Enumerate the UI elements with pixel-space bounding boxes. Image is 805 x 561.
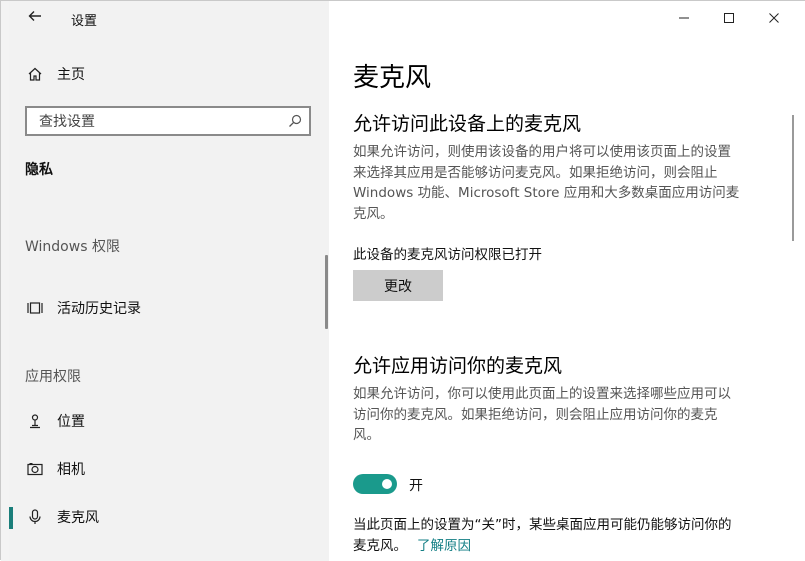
sidebar-item-label: 位置 bbox=[57, 414, 85, 430]
sidebar-scrollbar[interactable] bbox=[325, 255, 328, 329]
search-icon[interactable] bbox=[287, 113, 303, 129]
search-box[interactable] bbox=[25, 106, 311, 136]
sidebar-item-camera[interactable]: 相机 bbox=[9, 454, 329, 484]
section-description-device-access: 如果允许访问，则使用该设备的用户将可以使用该页面上的设置 来选择其应用是否能够访… bbox=[353, 144, 740, 222]
toggle-knob bbox=[382, 479, 392, 489]
search-input[interactable] bbox=[37, 112, 281, 132]
sidebar-item-label: 主页 bbox=[57, 67, 85, 83]
learn-more-link[interactable]: 了解原因 bbox=[417, 538, 471, 554]
page-title: 麦克风 bbox=[353, 63, 432, 93]
close-icon bbox=[769, 13, 779, 23]
sidebar-item-label: 相机 bbox=[57, 462, 85, 478]
sidebar-item-label: 活动历史记录 bbox=[57, 301, 141, 317]
camera-icon bbox=[25, 461, 45, 477]
section-title-privacy: 隐私 bbox=[25, 162, 53, 178]
app-title: 设置 bbox=[71, 14, 98, 29]
sidebar-item-label: 麦克风 bbox=[57, 510, 99, 526]
content-pane: 麦克风 允许访问此设备上的麦克风 如果允许访问，则使用该设备的用户将可以使用该页… bbox=[329, 1, 805, 561]
sidebar-item-activity-history[interactable]: 活动历史记录 bbox=[9, 293, 329, 323]
location-icon bbox=[25, 413, 45, 429]
window-left-edge bbox=[1, 1, 9, 561]
close-button[interactable] bbox=[757, 7, 791, 29]
section-heading-device-access: 允许访问此设备上的麦克风 bbox=[353, 113, 582, 135]
home-icon bbox=[25, 66, 45, 82]
minimize-button[interactable] bbox=[667, 7, 701, 29]
activity-history-icon bbox=[25, 300, 45, 316]
maximize-icon bbox=[724, 13, 734, 23]
section-heading-app-access: 允许应用访问你的麦克风 bbox=[353, 355, 563, 377]
toggle-state-label: 开 bbox=[409, 478, 423, 494]
sidebar-item-location[interactable]: 位置 bbox=[9, 406, 329, 436]
sidebar-item-microphone[interactable]: 麦克风 bbox=[9, 502, 329, 532]
back-arrow-icon bbox=[28, 11, 41, 21]
app-access-toggle[interactable] bbox=[353, 474, 397, 494]
sidebar: 设置 主页 隐私 Windows 权限 活动历史记录 应用权限 bbox=[9, 1, 329, 561]
group-label-apps: 应用权限 bbox=[25, 369, 81, 385]
section-description-app-access: 如果允许访问，你可以使用此页面上的设置来选择哪些应用可以 访问你的麦克风。如果拒… bbox=[353, 386, 731, 443]
device-access-status: 此设备的麦克风访问权限已打开 bbox=[353, 247, 542, 263]
desktop-apps-note: 当此页面上的设置为“关”时，某些桌面应用可能仍能够访问你的 麦克风。 了解原因 bbox=[353, 517, 732, 554]
microphone-icon bbox=[25, 509, 45, 525]
minimize-icon bbox=[679, 17, 689, 19]
content-scrollbar[interactable] bbox=[792, 115, 794, 241]
group-label-windows: Windows 权限 bbox=[25, 239, 120, 255]
change-button[interactable]: 更改 bbox=[353, 270, 443, 301]
settings-window: 设置 主页 隐私 Windows 权限 活动历史记录 应用权限 bbox=[0, 0, 805, 561]
sidebar-item-home[interactable]: 主页 bbox=[9, 59, 329, 89]
maximize-button[interactable] bbox=[712, 7, 746, 29]
back-button[interactable] bbox=[23, 7, 47, 29]
